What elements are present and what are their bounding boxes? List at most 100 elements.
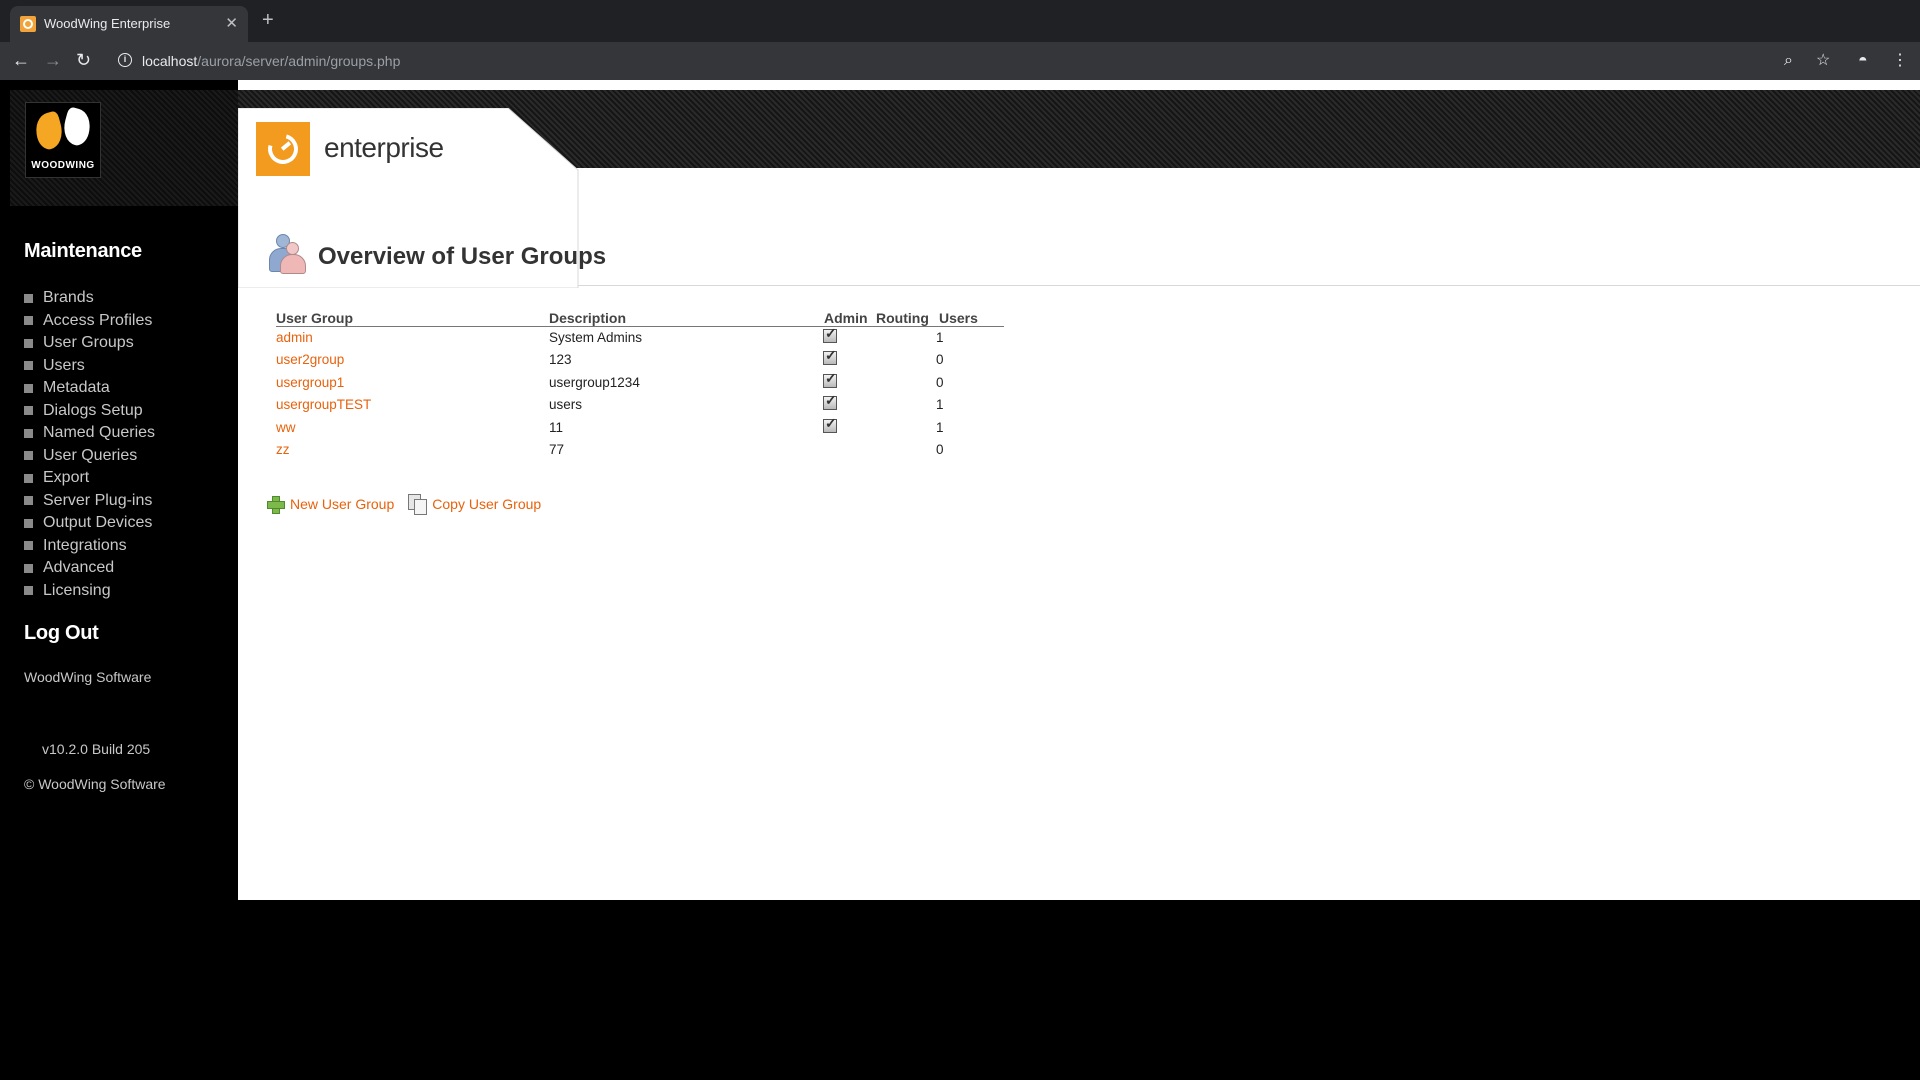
sidebar-item-user-groups[interactable]: User Groups xyxy=(24,332,155,355)
group-description: 123 xyxy=(549,352,572,368)
sidebar-item-label: Licensing xyxy=(43,581,111,599)
group-description: usergroup1234 xyxy=(549,374,640,390)
browser-tab[interactable]: WoodWing Enterprise ✕ xyxy=(10,6,248,42)
sidebar-item-output-devices[interactable]: Output Devices xyxy=(24,512,155,535)
users-count: 1 xyxy=(936,330,944,345)
group-link[interactable]: usergroupTEST xyxy=(276,397,371,412)
routing-cell xyxy=(873,349,936,372)
routing-cell xyxy=(873,326,936,349)
url-text[interactable]: localhost/aurora/server/admin/groups.php xyxy=(142,53,400,69)
users-count: 0 xyxy=(936,352,944,368)
sidebar-item-user-queries[interactable]: User Queries xyxy=(24,445,155,468)
woodwing-logo[interactable]: WOODWING xyxy=(25,102,101,178)
sidebar-item-label: Output Devices xyxy=(43,514,153,532)
product-name: enterprise xyxy=(324,132,444,163)
zoom-icon[interactable]: ⌕ xyxy=(1784,52,1793,70)
sidebar-item-access-profiles[interactable]: Access Profiles xyxy=(24,310,155,333)
sidebar-item-integrations[interactable]: Integrations xyxy=(24,535,155,558)
reload-icon[interactable]: ↻ xyxy=(76,50,91,70)
bullet-icon xyxy=(24,361,33,371)
sidebar-item-label: User Groups xyxy=(43,334,134,352)
logo-text: WOODWING xyxy=(31,160,95,171)
sidebar-item-label: Named Queries xyxy=(43,424,156,442)
tab-title: WoodWing Enterprise xyxy=(44,16,171,31)
sidebar-item-label: Integrations xyxy=(43,536,127,554)
table-row: usergroupTEST users 1 xyxy=(276,392,1004,417)
back-arrow-icon[interactable]: ← xyxy=(12,50,30,70)
sidebar-item-label: Export xyxy=(43,469,90,487)
group-link[interactable]: usergroup1 xyxy=(276,375,344,390)
url-path: /aurora/server/admin/groups.php xyxy=(197,53,401,69)
sidebar-item-label: Advanced xyxy=(43,559,115,577)
page-title: Overview of User Groups xyxy=(318,243,607,270)
site-info-icon[interactable]: i xyxy=(118,53,132,67)
sidebar-item-licensing[interactable]: Licensing xyxy=(24,580,155,603)
browser-tab-strip: WoodWing Enterprise ✕ + xyxy=(0,0,1920,42)
company-name: WoodWing Software xyxy=(24,669,152,685)
copy-user-group-button[interactable]: Copy User Group xyxy=(408,494,541,515)
sidebar-item-users[interactable]: Users xyxy=(24,355,155,378)
group-link[interactable]: admin xyxy=(276,330,313,345)
tab-favicon-icon xyxy=(20,16,36,32)
bullet-icon xyxy=(24,518,33,528)
browser-toolbar: ← → ↻ i localhost/aurora/server/admin/gr… xyxy=(0,42,1920,80)
new-tab-icon[interactable]: + xyxy=(262,10,274,30)
bookmark-star-icon[interactable]: ☆ xyxy=(1816,52,1830,70)
group-description: 77 xyxy=(549,442,565,458)
admin-check-icon xyxy=(823,370,837,388)
group-description: System Admins xyxy=(549,330,643,345)
group-link[interactable]: zz xyxy=(276,442,290,457)
bullet-icon xyxy=(24,428,33,438)
table-row: ww 11 1 xyxy=(276,415,1004,439)
logout-link[interactable]: Log Out xyxy=(24,622,99,645)
butterfly-wing-right-icon xyxy=(59,106,95,148)
sidebar-item-label: Brands xyxy=(43,289,94,307)
sidebar-item-named-queries[interactable]: Named Queries xyxy=(24,422,155,445)
user-groups-table: User Group Description Admin Routing Use… xyxy=(276,306,1004,461)
address-bar[interactable]: i localhost/aurora/server/admin/groups.p… xyxy=(110,47,1860,75)
header-admin: Admin xyxy=(821,306,873,327)
admin-check-icon xyxy=(823,392,837,411)
enterprise-logo-icon xyxy=(256,122,310,176)
group-link[interactable]: ww xyxy=(276,420,296,435)
menu-dots-icon[interactable]: ⋮ xyxy=(1892,52,1908,70)
sidebar-item-metadata[interactable]: Metadata xyxy=(24,377,155,400)
bullet-icon xyxy=(24,293,33,303)
sidebar-item-label: Metadata xyxy=(43,379,110,397)
forward-arrow-icon[interactable]: → xyxy=(44,50,62,70)
sidebar-item-advanced[interactable]: Advanced xyxy=(24,557,155,580)
sidebar-item-export[interactable]: Export xyxy=(24,467,155,490)
routing-cell xyxy=(873,416,936,439)
header-routing: Routing xyxy=(873,306,936,327)
sidebar-item-label: Server Plug-ins xyxy=(43,491,153,509)
sidebar-item-label: Access Profiles xyxy=(43,311,153,329)
maintenance-heading: Maintenance xyxy=(24,240,142,262)
bullet-icon xyxy=(24,316,33,326)
bullet-icon xyxy=(24,473,33,483)
table-row: usergroup1 usergroup1234 0 xyxy=(276,370,1004,394)
users-count: 0 xyxy=(936,374,944,390)
routing-cell xyxy=(873,394,936,417)
users-count: 1 xyxy=(936,397,944,413)
sidebar-item-label: Dialogs Setup xyxy=(43,401,143,419)
bullet-icon xyxy=(24,451,33,461)
sidebar-item-brands[interactable]: Brands xyxy=(24,287,155,310)
plus-icon xyxy=(266,495,285,514)
tab-close-icon[interactable]: ✕ xyxy=(225,14,238,32)
version-text: v10.2.0 Build 205 xyxy=(42,741,151,757)
bullet-icon xyxy=(24,563,33,573)
sidebar-item-dialogs-setup[interactable]: Dialogs Setup xyxy=(24,400,155,423)
sidebar: WOODWING Maintenance Brands Access Profi… xyxy=(0,80,238,900)
user-groups-icon xyxy=(264,234,306,274)
table-row: user2group 123 0 xyxy=(276,347,1004,372)
table-row: admin System Admins 1 xyxy=(276,325,1004,349)
incognito-icon[interactable]: ◓ xyxy=(1858,52,1868,70)
new-user-group-button[interactable]: New User Group xyxy=(266,495,394,514)
copyright-text: © WoodWing Software xyxy=(24,776,166,792)
sidebar-menu: Brands Access Profiles User Groups Users… xyxy=(24,287,155,602)
header-description: Description xyxy=(546,306,821,327)
sidebar-item-server-plugins[interactable]: Server Plug-ins xyxy=(24,490,155,513)
header-users: Users xyxy=(936,306,1004,327)
bullet-icon xyxy=(24,496,33,506)
group-link[interactable]: user2group xyxy=(276,352,344,367)
